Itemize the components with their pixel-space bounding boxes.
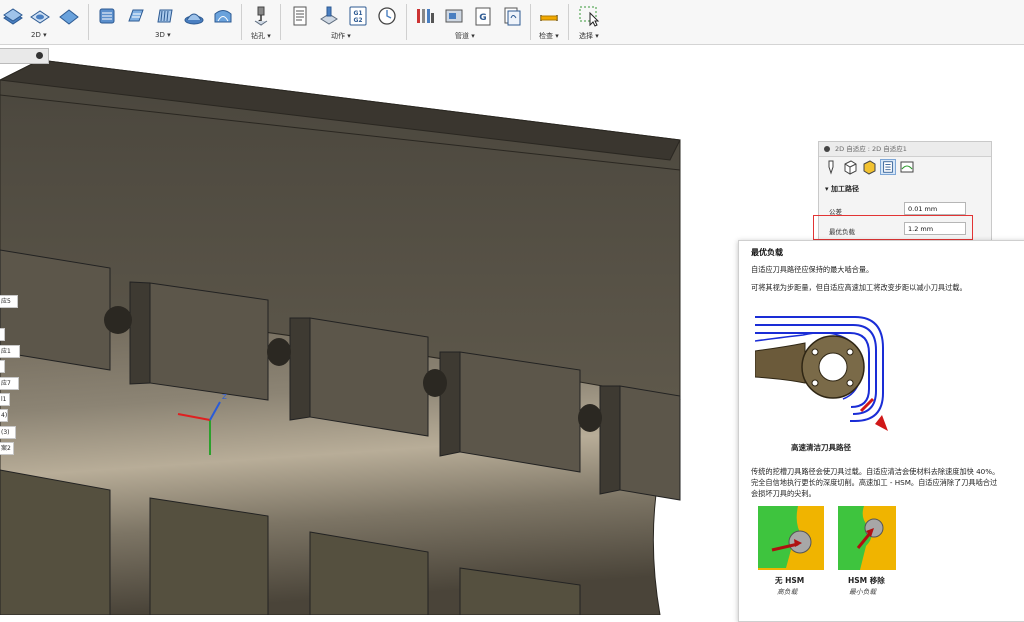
svg-text:G: G xyxy=(479,13,486,23)
tooltip-paragraph: 传统的挖槽刀具路径会使刀具过载。自适应清洁会使材料去除速度加快 40%。 xyxy=(751,467,1000,476)
tool-library-icon[interactable] xyxy=(414,5,436,27)
2d-pocket-icon[interactable] xyxy=(29,5,51,27)
figure-caption: 高速清洁刀具路径 xyxy=(791,443,851,452)
tooltip-line: 自适应刀具路径应保持的最大啮合量。 xyxy=(751,265,874,274)
z-axis-label: Z xyxy=(222,393,227,401)
linking-tab-icon[interactable] xyxy=(899,159,915,175)
manage-menu-label[interactable]: 管道 ▾ xyxy=(455,31,475,41)
measure-icon[interactable] xyxy=(538,5,560,27)
machining-time-icon[interactable] xyxy=(376,5,398,27)
hsm-sublabel: 最小负载 xyxy=(849,588,877,596)
3d-pocket-icon[interactable] xyxy=(125,5,147,27)
tree-item[interactable]: 应5 xyxy=(0,295,18,308)
browser-panel-header[interactable] xyxy=(0,48,49,64)
dialog-title: 2D 自适应 : 2D 自适应1 xyxy=(819,142,991,157)
parallel-icon[interactable] xyxy=(154,5,176,27)
passes-tab-icon[interactable] xyxy=(880,159,896,175)
tree-item[interactable] xyxy=(0,328,5,341)
toolbar-divider xyxy=(88,4,89,40)
drill-icon[interactable] xyxy=(250,5,272,27)
post-library-icon[interactable]: G xyxy=(472,5,494,27)
toolpath-illustration xyxy=(755,316,888,431)
toolbar-divider xyxy=(406,4,407,40)
no-hsm-sublabel: 高负载 xyxy=(777,588,798,596)
highlight-box xyxy=(813,215,973,240)
machine-library-icon[interactable] xyxy=(443,5,465,27)
post-process-icon[interactable]: G1G2 xyxy=(347,5,369,27)
2d-menu-label[interactable]: 2D ▾ xyxy=(31,31,47,39)
tree-item[interactable]: 4) xyxy=(0,409,8,422)
tree-item[interactable]: 应7 xyxy=(0,377,19,390)
tooltip-title: 最优负载 xyxy=(751,248,783,257)
collapse-icon[interactable] xyxy=(36,52,43,59)
drilling-menu-label[interactable]: 钻孔 ▾ xyxy=(251,31,271,41)
toolpath-section-header[interactable]: ▾ 加工路径 xyxy=(825,184,859,194)
svg-text:G2: G2 xyxy=(353,17,362,24)
tree-item[interactable]: l1 xyxy=(0,393,10,406)
toolbar-divider xyxy=(530,4,531,40)
setup-sheet-icon[interactable] xyxy=(289,5,311,27)
tooltip-line: 可将其视为步距量，但自适应高速加工将改变步距以减小刀具过载。 xyxy=(751,283,967,292)
3d-adaptive-icon[interactable] xyxy=(96,5,118,27)
heights-tab-icon[interactable] xyxy=(861,159,877,175)
actions-menu-label[interactable]: 动作 ▾ xyxy=(331,31,351,41)
tool-tab-icon[interactable] xyxy=(823,159,839,175)
select-menu-label[interactable]: 选择 ▾ xyxy=(579,31,599,41)
geometry-tab-icon[interactable] xyxy=(842,159,858,175)
toolbar: 2D ▾ 3D ▾ 钻孔 ▾ G1 G2 动作 ▾ G 管道 ▾ 检查 ▾ 选择 … xyxy=(0,0,1024,45)
tolerance-input[interactable]: 0.01 mm xyxy=(904,202,966,215)
tooltip-paragraph: 会损坏刀具的尖刺。 xyxy=(751,489,816,498)
tree-item[interactable] xyxy=(0,360,5,373)
no-hsm-image xyxy=(758,506,824,570)
select-icon[interactable] xyxy=(578,5,600,27)
toolbar-divider xyxy=(568,4,569,40)
contour-icon[interactable] xyxy=(183,5,205,27)
no-hsm-label: 无 HSM xyxy=(775,576,805,585)
optimal-load-tooltip: 最优负载 自适应刀具路径应保持的最大啮合量。 可将其视为步距量，但自适应高速加工… xyxy=(738,240,1024,622)
svg-text:G1: G1 xyxy=(353,10,362,17)
inspect-menu-label[interactable]: 检查 ▾ xyxy=(539,31,559,41)
template-library-icon[interactable] xyxy=(501,5,523,27)
3d-menu-label[interactable]: 3D ▾ xyxy=(155,31,171,39)
scallop-icon[interactable] xyxy=(212,5,234,27)
hsm-label: HSM 移除 xyxy=(848,576,885,585)
tree-item[interactable]: (3) xyxy=(0,426,16,439)
2d-adaptive-icon[interactable] xyxy=(2,5,24,27)
tree-item[interactable]: 应1 xyxy=(0,345,20,358)
hsm-image xyxy=(838,506,896,570)
toolbar-divider xyxy=(280,4,281,40)
simulate-icon[interactable] xyxy=(318,5,340,27)
face-icon[interactable] xyxy=(58,5,80,27)
tree-item[interactable]: 案2 xyxy=(0,442,14,455)
collapse-icon[interactable] xyxy=(824,146,830,152)
tooltip-paragraph: 完全自信地执行更长的深度切削。高速加工 - HSM。自适应消除了刀具啮合过 xyxy=(751,478,998,487)
toolbar-divider xyxy=(241,4,242,40)
